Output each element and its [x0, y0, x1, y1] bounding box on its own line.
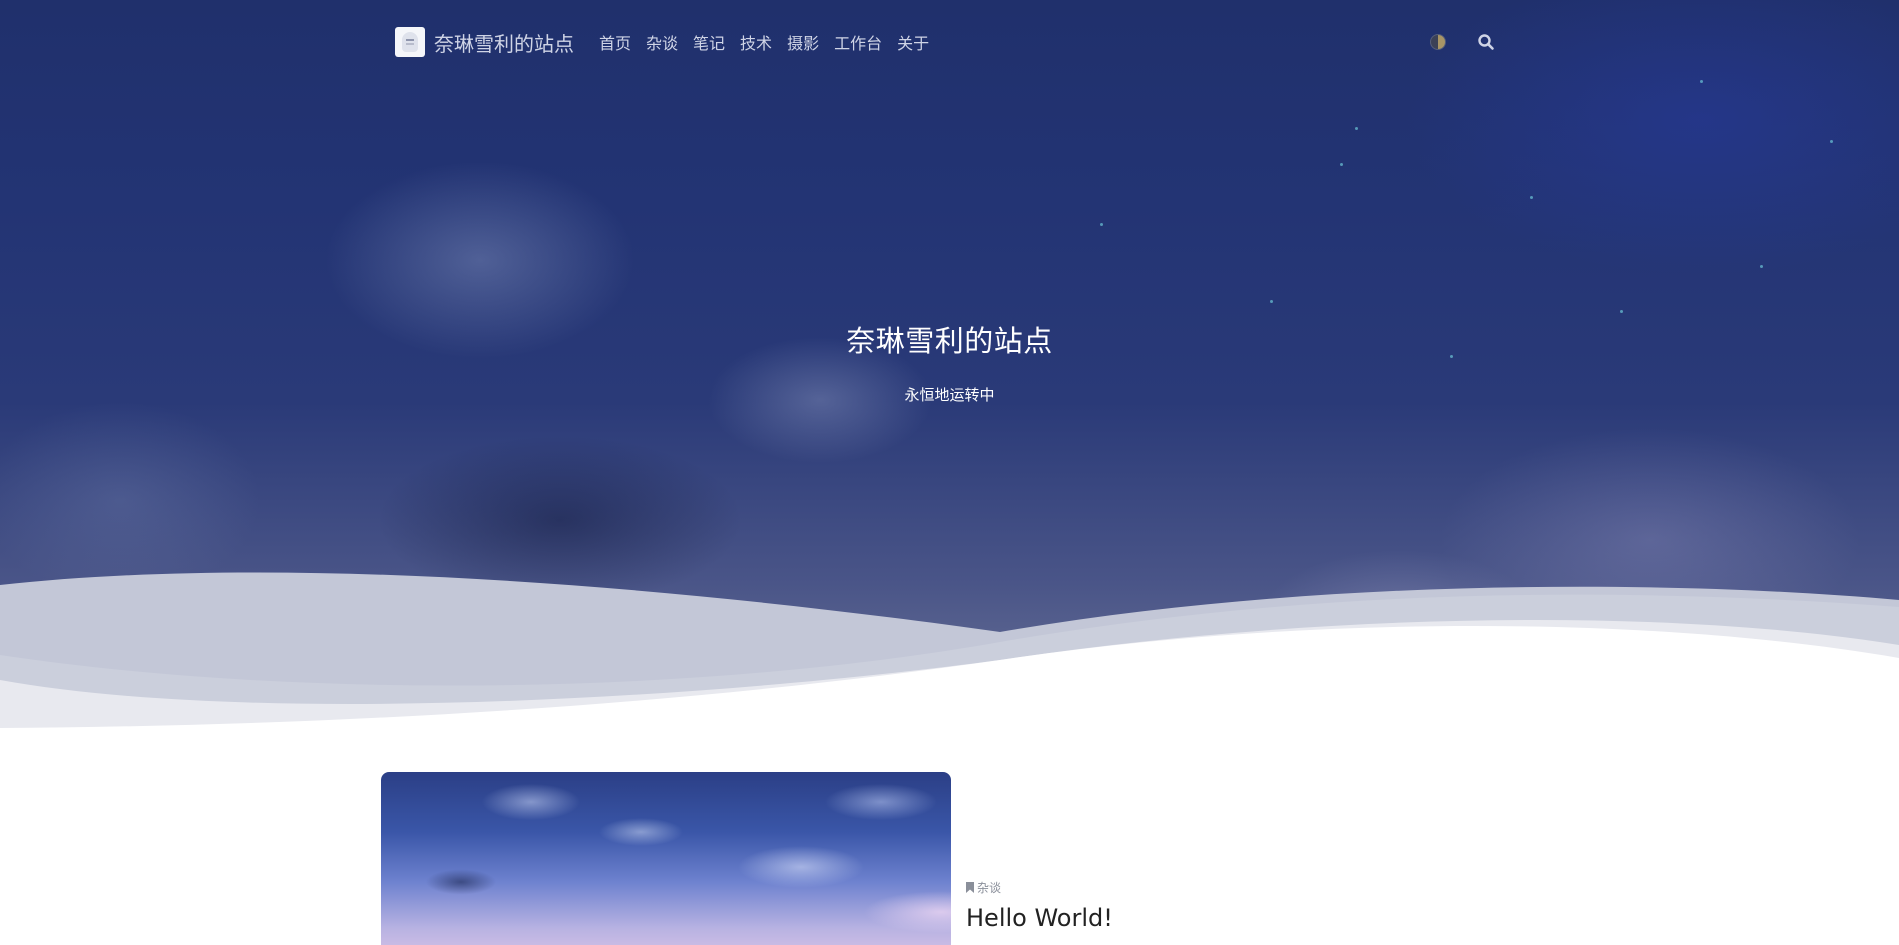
star-decoration	[1620, 310, 1623, 313]
wave-decoration	[0, 572, 1899, 730]
navbar: 奈琳雪利的站点 首页 杂谈 笔记 技术 摄影 工作台 关于	[0, 0, 1899, 84]
nav-item-chat[interactable]: 杂谈	[646, 30, 678, 54]
star-decoration	[1530, 196, 1533, 199]
half-moon-icon[interactable]	[1430, 34, 1446, 50]
search-icon[interactable]	[1477, 33, 1495, 51]
star-decoration	[1100, 223, 1103, 226]
post-card[interactable]: 杂谈 Hello World!	[381, 772, 1501, 945]
post-category[interactable]: 杂谈	[977, 879, 1001, 896]
star-decoration	[1760, 265, 1763, 268]
star-decoration	[1830, 140, 1833, 143]
post-title[interactable]: Hello World!	[966, 904, 1113, 932]
post-cover-image[interactable]	[381, 772, 951, 945]
site-name: 奈琳雪利的站点	[434, 31, 574, 56]
bookmark-icon	[966, 882, 974, 893]
star-decoration	[1270, 300, 1273, 303]
nav-item-photography[interactable]: 摄影	[787, 30, 819, 54]
nav-item-home[interactable]: 首页	[599, 30, 631, 54]
hero-title: 奈琳雪利的站点	[846, 324, 1053, 358]
nav-item-tech[interactable]: 技术	[740, 30, 772, 54]
nav-item-notes[interactable]: 笔记	[693, 30, 725, 54]
nav-item-workbench[interactable]: 工作台	[834, 30, 882, 54]
main-nav: 首页 杂谈 笔记 技术 摄影 工作台 关于	[599, 30, 944, 54]
page: 奈琳雪利的站点 永恒地运转中 奈琳雪利的站点 首页 杂谈 笔记 技术 摄影 工作…	[0, 0, 1899, 945]
site-logo	[395, 27, 425, 57]
hero-subtitle: 永恒地运转中	[904, 386, 995, 404]
hero-banner: 奈琳雪利的站点 永恒地运转中	[0, 0, 1899, 730]
star-decoration	[1340, 163, 1343, 166]
post-meta: 杂谈	[966, 879, 1001, 896]
nav-item-about[interactable]: 关于	[897, 30, 929, 54]
star-decoration	[1355, 127, 1358, 130]
site-brand-link[interactable]: 奈琳雪利的站点	[395, 26, 574, 58]
